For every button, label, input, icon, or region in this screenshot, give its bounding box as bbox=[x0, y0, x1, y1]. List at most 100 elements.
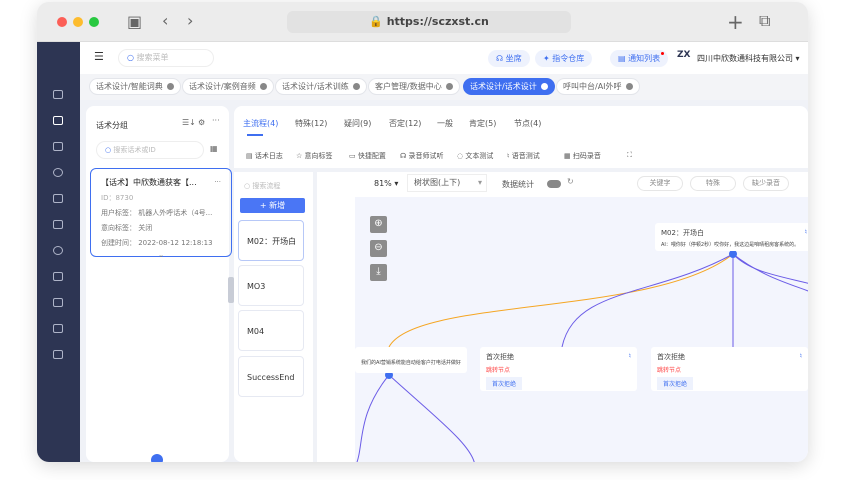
commands-button[interactable]: ✦ 指令仓库 bbox=[535, 50, 593, 67]
active-tab-indicator bbox=[247, 134, 263, 136]
zoom-select[interactable]: 81% ▾ bbox=[374, 179, 398, 188]
add-flow-button[interactable]: + 新增 bbox=[240, 198, 305, 213]
scan-record-button[interactable]: ▦ 扫码录音 bbox=[564, 151, 601, 161]
download-icon[interactable]: ⤓ bbox=[370, 264, 387, 281]
forward-icon[interactable]: › bbox=[187, 11, 193, 30]
address-bar[interactable]: 🔒 https://sczxst.cn bbox=[287, 11, 571, 33]
root-node[interactable]: M02：开场白 ♮ AI：喂你好（停顿2秒）哎你好，我这边是咱晴租房客系统的。 bbox=[655, 223, 808, 251]
tab-nodes[interactable]: 节点(4) bbox=[514, 118, 541, 129]
close-icon[interactable] bbox=[352, 83, 360, 90]
close-icon[interactable] bbox=[445, 83, 453, 90]
microphone-icon[interactable]: ♮ bbox=[804, 228, 807, 236]
calendar-icon[interactable]: ▦ bbox=[210, 144, 218, 153]
tab-label: 话术设计/话术设计 bbox=[470, 82, 537, 91]
back-icon[interactable]: ‹ bbox=[162, 11, 168, 30]
tabs-icon[interactable]: ⧉ bbox=[759, 11, 770, 31]
script-search-input[interactable]: ○ 搜索话术或ID bbox=[96, 141, 204, 159]
flow-item[interactable]: M04 bbox=[238, 310, 304, 351]
sort-icon[interactable]: ☰↓ bbox=[182, 118, 196, 127]
flow-search-input[interactable]: ○ 搜索流程 bbox=[244, 178, 304, 194]
flow-node[interactable]: 我们的AI营销系统能自动给客户打电话并做好 bbox=[355, 347, 467, 373]
close-icon[interactable] bbox=[259, 83, 267, 90]
tab-negative[interactable]: 否定(12) bbox=[389, 118, 421, 129]
document-icon[interactable] bbox=[53, 220, 63, 229]
menu-search-input[interactable]: ○ 搜索菜单 bbox=[118, 49, 214, 67]
seat-label: 坐席 bbox=[505, 54, 522, 63]
stats-toggle[interactable] bbox=[547, 180, 561, 188]
tab-positive[interactable]: 肯定(5) bbox=[469, 118, 496, 129]
tab-case-audio[interactable]: 话术设计/案例音频 bbox=[182, 78, 274, 95]
search-placeholder: 搜索话术或ID bbox=[113, 146, 156, 154]
intent-tag-button[interactable]: ☆ 意向标签 bbox=[296, 151, 333, 161]
voice-test-button[interactable]: ♮ 语音测试 bbox=[507, 151, 540, 161]
recorder-listen-button[interactable]: ☊ 录音师试听 bbox=[400, 151, 443, 161]
missing-audio-filter-button[interactable]: 缺少录音 bbox=[743, 176, 789, 191]
book-icon[interactable] bbox=[53, 116, 63, 125]
tab-smart-dictionary[interactable]: 话术设计/智能词典 bbox=[89, 78, 181, 95]
flow-node[interactable]: 首次拒绝 ♮ 跳转节点 首次拒绝 bbox=[651, 347, 808, 391]
close-icon[interactable] bbox=[166, 83, 174, 90]
tab-label: 客户管理/数据中心 bbox=[375, 82, 442, 91]
close-dot[interactable] bbox=[57, 17, 67, 27]
layout-value: 树状图(上下) bbox=[414, 178, 461, 187]
flow-item[interactable]: SuccessEnd bbox=[238, 356, 304, 397]
more-icon[interactable]: ··· bbox=[214, 175, 221, 190]
script-log-button[interactable]: ▤ 话术日志 bbox=[246, 151, 283, 161]
microphone-icon[interactable]: ♮ bbox=[799, 352, 802, 360]
special-filter-button[interactable]: 特殊 bbox=[690, 176, 736, 191]
users-icon[interactable] bbox=[53, 324, 63, 333]
gear-icon[interactable]: ⚙ bbox=[198, 118, 205, 127]
fullscreen-icon[interactable]: ⛶ bbox=[627, 151, 632, 160]
close-icon[interactable] bbox=[625, 83, 633, 90]
add-fab[interactable] bbox=[151, 454, 163, 462]
toolbar-label: 扫码录音 bbox=[572, 152, 601, 160]
maximize-dot[interactable] bbox=[89, 17, 99, 27]
tab-script-design[interactable]: 话术设计/话术设计 bbox=[463, 78, 555, 95]
tab-ai-call[interactable]: 呼叫中台/AI外呼 bbox=[556, 78, 640, 95]
keyword-filter-button[interactable]: 关键字 bbox=[637, 176, 683, 191]
tab-data-center[interactable]: 客户管理/数据中心 bbox=[368, 78, 460, 95]
flow-node[interactable]: 首次拒绝 ♮ 跳转节点 首次拒绝 bbox=[480, 347, 637, 391]
notifications-button[interactable]: ▤ 通知列表 bbox=[610, 50, 669, 67]
divider bbox=[234, 168, 808, 172]
text-test-button[interactable]: ◌ 文本测试 bbox=[457, 151, 493, 161]
toolbar-label: 快捷配置 bbox=[357, 152, 386, 160]
zoom-out-icon[interactable]: ⊖ bbox=[370, 240, 387, 257]
minimize-dot[interactable] bbox=[73, 17, 83, 27]
flow-item[interactable]: MO3 bbox=[238, 265, 304, 306]
chat-icon[interactable] bbox=[53, 298, 63, 307]
seat-button[interactable]: ☊ 坐席 bbox=[488, 50, 530, 67]
target-icon[interactable] bbox=[53, 168, 63, 177]
close-icon[interactable] bbox=[540, 83, 548, 90]
tab-general[interactable]: 一般 bbox=[437, 118, 453, 129]
monitor-icon[interactable] bbox=[53, 90, 63, 99]
card-id: ID：8730 bbox=[101, 194, 134, 202]
flow-canvas[interactable]: M02：开场白 ♮ AI：喂你好（停顿2秒）哎你好，我这边是咱晴租房客系统的。 我们… bbox=[355, 197, 808, 462]
search-icon[interactable] bbox=[53, 142, 63, 151]
quick-config-button[interactable]: ▭ 快捷配置 bbox=[349, 151, 386, 161]
tab-special[interactable]: 特殊(12) bbox=[295, 118, 327, 129]
collapse-node-icon[interactable] bbox=[729, 250, 737, 258]
edge bbox=[388, 374, 475, 462]
menu-icon[interactable]: ☰ bbox=[94, 50, 104, 63]
zoom-in-icon[interactable]: ⊕ bbox=[370, 216, 387, 233]
mail-icon[interactable] bbox=[53, 194, 63, 203]
tab-script-training[interactable]: 话术设计/话术训练 bbox=[275, 78, 367, 95]
tab-question[interactable]: 疑问(9) bbox=[344, 118, 371, 129]
layout-select[interactable]: 树状图(上下) ▾ bbox=[407, 174, 487, 192]
face-icon[interactable] bbox=[53, 246, 63, 255]
clipboard-icon[interactable] bbox=[53, 272, 63, 281]
company-selector[interactable]: 四川中欣数通科技有限公司 ▾ bbox=[697, 53, 800, 64]
sidebar-toggle-icon[interactable]: ▣ bbox=[127, 12, 142, 31]
expand-icon[interactable]: ⌄ bbox=[101, 251, 221, 259]
intent-tag: 意向标签： 关闭 bbox=[101, 224, 153, 232]
refresh-icon[interactable]: ↻ bbox=[567, 177, 574, 186]
flow-item[interactable]: M02：开场白 bbox=[238, 220, 304, 261]
more-icon[interactable]: ··· bbox=[212, 116, 220, 125]
microphone-icon[interactable]: ♮ bbox=[628, 352, 631, 360]
node-text: AI：喂你好（停顿2秒）哎你好，我这边是咱晴租房客系统的。 bbox=[661, 242, 800, 248]
new-tab-icon[interactable]: + bbox=[727, 10, 744, 34]
tab-main-flow[interactable]: 主流程(4) bbox=[243, 118, 278, 129]
grid-icon[interactable] bbox=[53, 350, 63, 359]
script-card[interactable]: 【话术】中欣数通获客【... ··· ID：8730 用户标签： 机器人外呼话术（… bbox=[90, 168, 232, 259]
